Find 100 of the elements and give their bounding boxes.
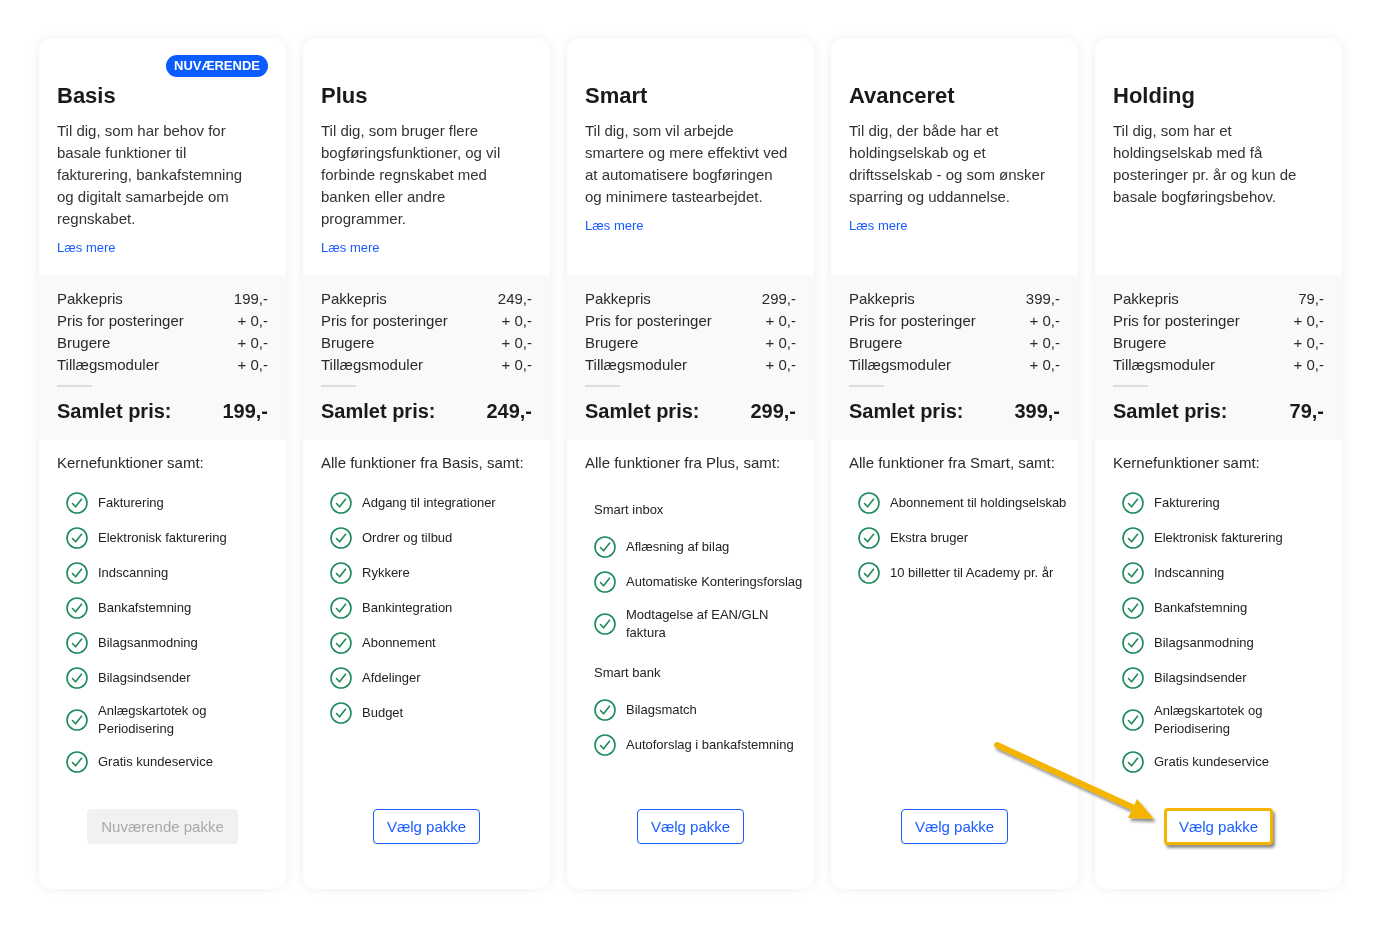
feature-label: Bilagsanmodning [98,634,198,652]
price-label: Pakkepris [57,289,123,309]
price-label: Pakkepris [849,289,915,309]
check-circle-icon [1122,709,1144,731]
feature-label: Afdelinger [362,669,421,687]
price-value: + 0,- [765,355,796,375]
feature-label: Anlægskartotek og Periodisering [1154,702,1264,738]
features-heading: Kernefunktioner samt: [57,453,205,473]
check-circle-icon [330,667,352,689]
check-circle-icon [66,527,88,549]
check-circle-icon [1122,632,1144,654]
plan-title: Holding [1113,83,1196,109]
choose-plan-button[interactable]: Vælg pakke [372,809,481,844]
price-label: Pris for posteringer [321,311,448,331]
check-circle-icon [66,632,88,654]
check-circle-icon [66,667,88,689]
feature-label: Indscanning [98,564,169,582]
price-label: Tillægsmoduler [57,355,159,375]
price-label: Brugere [1113,333,1167,353]
total-value: 199,- [222,399,268,423]
feature-label: Autoforslag i bankafstemning [626,736,794,754]
feature-label: Gratis kundeservice [1154,753,1269,771]
feature-label: Abonnement til holdingselskab [890,494,1067,512]
plan-description: Til dig, som har et holdingselskab med få posteringer pr. år og kun de basale bogføringsbehov. [1113,121,1298,207]
features-heading: Alle funktioner fra Basis, samt: [321,453,525,473]
check-circle-icon [594,571,616,593]
check-circle-icon [858,527,880,549]
feature-label: Adgang til integrationer [362,494,496,512]
check-circle-icon [1122,527,1144,549]
total-label: Samlet pris: [1113,399,1228,423]
price-value: + 0,- [1029,355,1060,375]
price-value: + 0,- [237,333,268,353]
plan-title: Smart [585,83,649,109]
check-circle-icon [330,492,352,514]
price-value: + 0,- [501,333,532,353]
price-value: + 0,- [501,355,532,375]
choose-plan-button[interactable]: Vælg pakke [900,809,1009,844]
total-value: 249,- [486,399,532,423]
total-label: Samlet pris: [321,399,436,423]
feature-label: Bankafstemning [98,599,192,617]
feature-label: Aflæsning af bilag [626,538,730,556]
price-label: Pris for posteringer [849,311,976,331]
total-label: Samlet pris: [585,399,700,423]
check-circle-icon [858,492,880,514]
check-circle-icon [66,492,88,514]
plan-title: Plus [321,83,369,109]
read-more-link[interactable]: Læs mere [849,217,908,235]
total-label: Samlet pris: [849,399,964,423]
read-more-link[interactable]: Læs mere [585,217,644,235]
price-label: Pris for posteringer [1113,311,1240,331]
check-circle-icon [1122,667,1144,689]
choose-plan-button[interactable]: Vælg pakke [636,809,745,844]
price-label: Tillægsmoduler [321,355,423,375]
price-value: + 0,- [765,333,796,353]
read-more-link[interactable]: Læs mere [321,239,380,257]
price-value: + 0,- [237,311,268,331]
price-label: Brugere [321,333,375,353]
feature-label: Bilagsindsender [1154,669,1247,687]
plan-description: Til dig, som bruger flere bogføringsfunktioner, og vil forbinde regnskabet med banken eller andre programmer. [321,121,502,229]
read-more-link[interactable]: Læs mere [57,239,116,257]
check-circle-icon [330,597,352,619]
price-value: + 0,- [1029,311,1060,331]
feature-label: Elektronisk fakturering [1154,529,1283,547]
check-circle-icon [330,562,352,584]
check-circle-icon [594,734,616,756]
feature-label: Modtagelse af EAN/GLN faktura [626,606,770,642]
choose-plan-button[interactable]: Vælg pakke [1163,808,1274,845]
feature-group-label: Smart bank [594,664,662,682]
price-label: Brugere [57,333,111,353]
feature-label: Budget [362,704,404,722]
feature-label: Bilagsindsender [98,669,191,687]
plan-description: Til dig, som vil arbejde smartere og mere effektivt ved at automatisere bogføringen og minimere tastearbejdet. [585,121,789,207]
check-circle-icon [594,699,616,721]
feature-label: Ekstra bruger [890,529,969,547]
feature-label: Automatiske Konteringsforslag [626,573,803,591]
total-value: 399,- [1014,399,1060,423]
features-heading: Kernefunktioner samt: [1113,453,1261,473]
feature-group-label: Smart inbox [594,501,665,519]
check-circle-icon [66,709,88,731]
feature-label: 10 billetter til Academy pr. år [890,564,1054,582]
arrow-icon [993,742,1156,822]
price-label: Pakkepris [1113,289,1179,309]
price-value: 199,- [233,289,268,309]
price-value: 299,- [761,289,796,309]
current-badge: NUVÆRENDE [166,55,268,77]
price-label: Tillægsmoduler [585,355,687,375]
price-value: + 0,- [1293,333,1324,353]
price-label: Pris for posteringer [585,311,712,331]
check-circle-icon [1122,751,1144,773]
price-label: Brugere [849,333,903,353]
price-label: Pakkepris [585,289,651,309]
check-circle-icon [1122,597,1144,619]
plan-description: Til dig, som har behov for basale funktioner til fakturering, bankafstemning og digitalt samarbejde om regnskabet. [57,121,244,229]
feature-label: Rykkere [362,564,410,582]
price-value: + 0,- [1293,311,1324,331]
feature-label: Fakturering [1154,494,1220,512]
price-value: + 0,- [1293,355,1324,375]
price-value: + 0,- [237,355,268,375]
plan-title: Basis [57,83,117,109]
check-circle-icon [330,527,352,549]
